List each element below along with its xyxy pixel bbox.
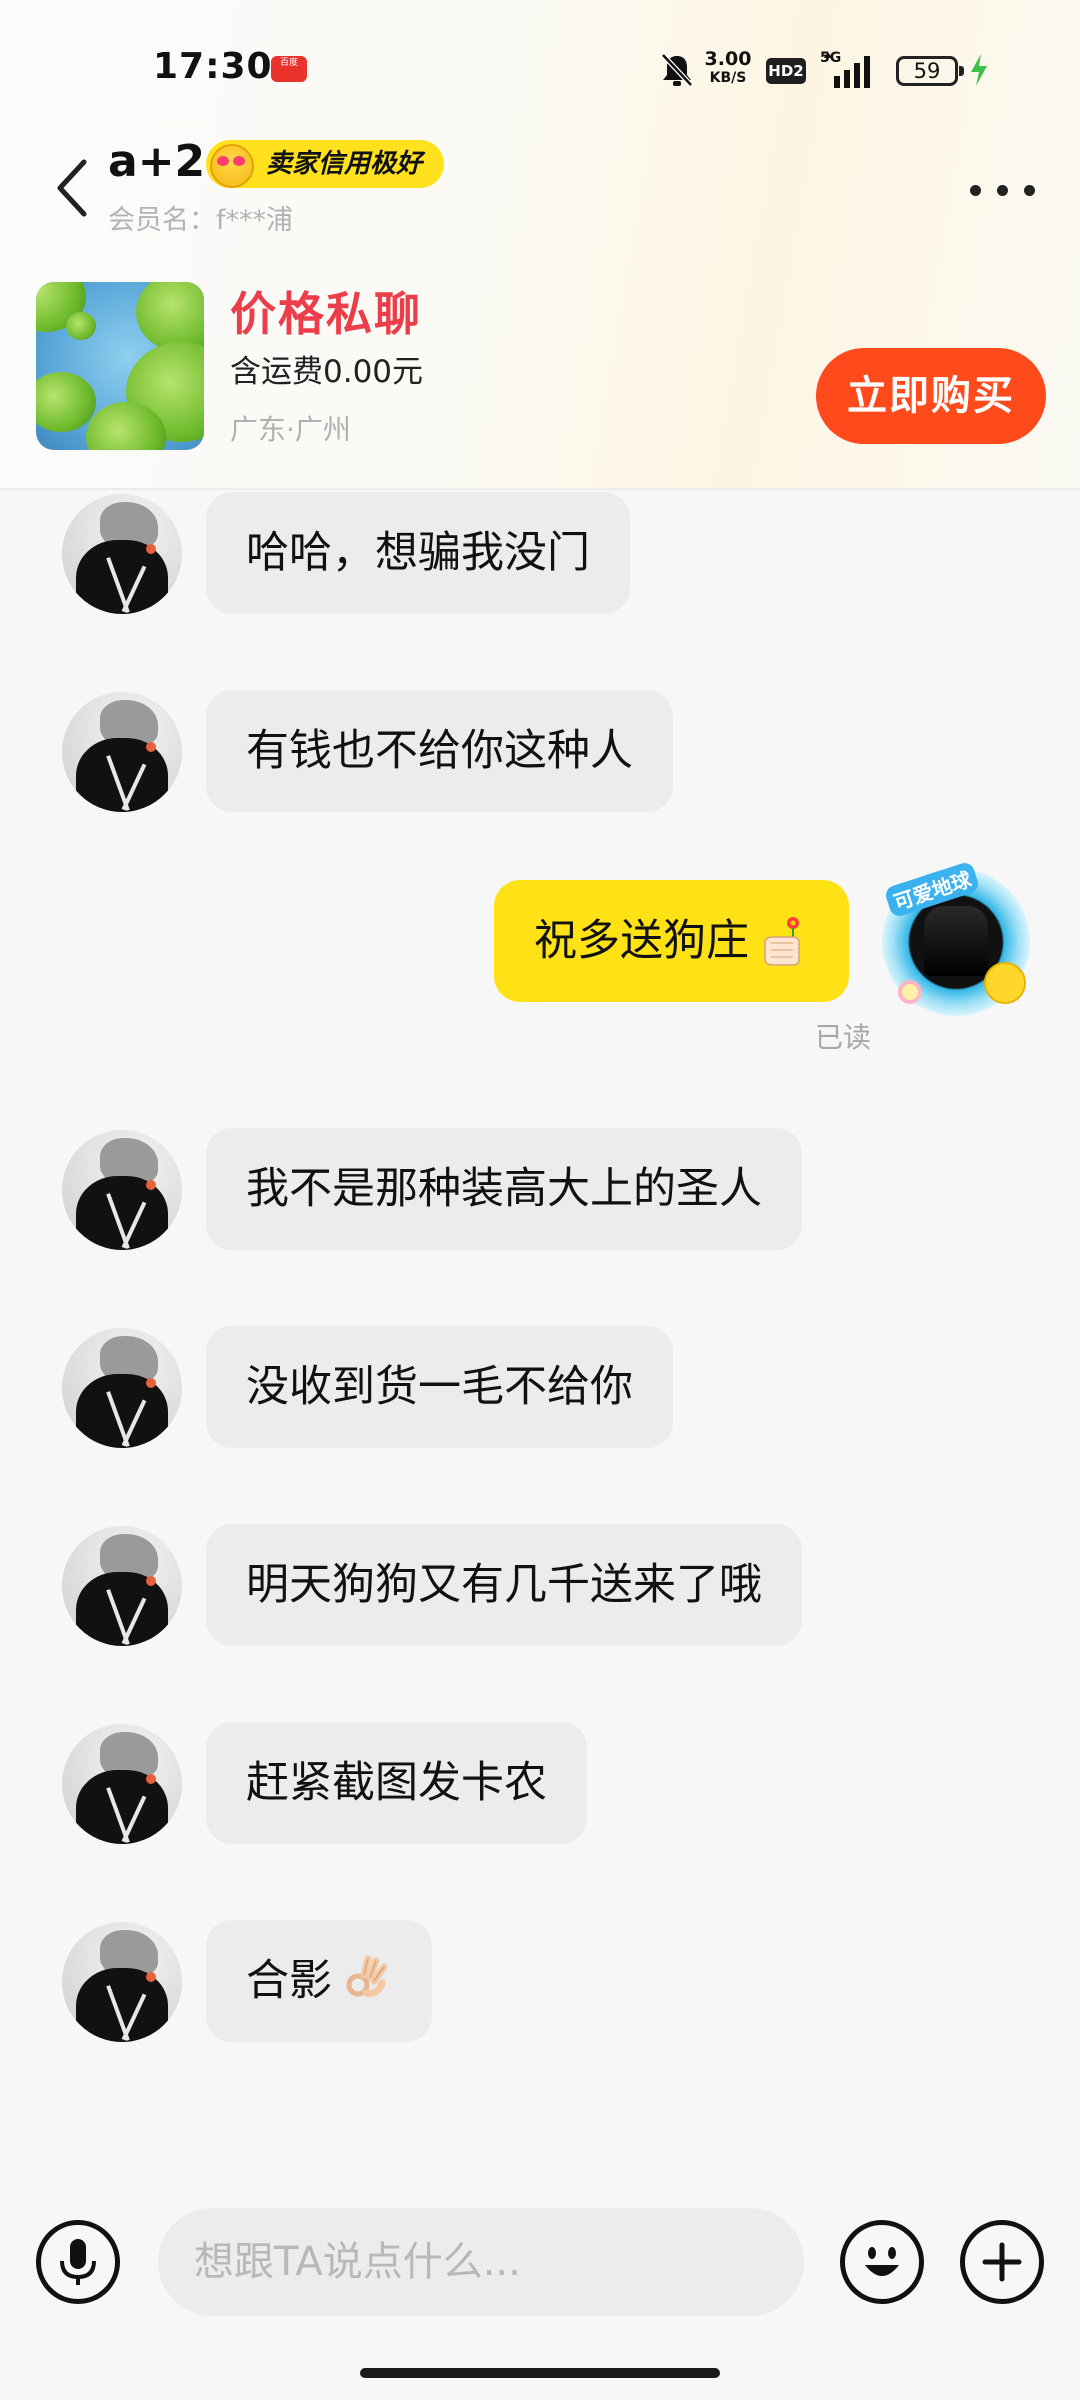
bell-off-icon (661, 53, 693, 87)
credit-badge-label: 卖家信用极好 (266, 149, 423, 179)
seller-avatar[interactable] (62, 1130, 182, 1250)
message-row: 哈哈，想骗我没门 (0, 490, 1080, 630)
seller-avatar[interactable] (62, 692, 182, 812)
message-text: 合影 (246, 1956, 332, 2006)
chat-header: a+2 卖家信用极好 会员名：f***浦 (0, 130, 1080, 250)
shipping-label: 含运费0.00元 (230, 354, 424, 390)
price-label: 价格私聊 (230, 287, 422, 341)
message-bubble[interactable]: 明天狗狗又有几千送来了哦 (206, 1524, 802, 1646)
message-row: 赶紧截图发卡农 (0, 1720, 1080, 1860)
message-input[interactable]: 想跟TA说点什么... (158, 2208, 804, 2316)
message-bubble[interactable]: 赶紧截图发卡农 (206, 1722, 587, 1844)
location-label: 广东·广州 (230, 413, 351, 446)
thumbs-up-flower-icon (764, 916, 800, 966)
my-avatar[interactable]: 可爱地球 (882, 860, 1030, 1016)
buy-now-button[interactable]: 立即购买 (816, 348, 1046, 444)
home-indicator[interactable] (360, 2368, 720, 2378)
message-row-own: 祝多送狗庄 可爱地球 已读 (0, 860, 1080, 1070)
ok-hand-icon (346, 1955, 388, 1997)
signal-icon: 5G (820, 50, 882, 90)
product-thumbnail[interactable] (36, 282, 204, 450)
own-message-text: 祝多送狗庄 (534, 916, 749, 966)
message-row: 合影 (0, 1918, 1080, 2058)
battery-icon: 59 (896, 56, 964, 86)
read-status: 已读 (815, 1021, 872, 1054)
status-bar: 17:30 百度 3.00 KB/S HD2 5G 59 (0, 0, 1080, 140)
message-list[interactable]: 哈哈，想骗我没门 有钱也不给你这种人 祝多送狗庄 可爱地球 已读 我不是那种装高… (0, 490, 1080, 2190)
message-row: 明天狗狗又有几千送来了哦 (0, 1522, 1080, 1662)
message-bubble[interactable]: 有钱也不给你这种人 (206, 690, 673, 812)
charging-icon (971, 54, 987, 86)
seller-avatar[interactable] (62, 1724, 182, 1844)
status-time: 17:30 (153, 46, 273, 87)
net-speed-value: 3.00 (704, 48, 752, 70)
member-name-label: 会员名：f***浦 (108, 205, 294, 236)
net-speed: 3.00 KB/S (702, 50, 754, 88)
seller-avatar[interactable] (62, 1922, 182, 2042)
hd-badge: HD2 (766, 58, 806, 84)
emoji-icon[interactable] (840, 2220, 924, 2304)
message-bubble[interactable]: 合影 (206, 1920, 432, 2042)
seller-name[interactable]: a+2 (108, 136, 205, 187)
heart-eyes-icon (210, 144, 254, 188)
back-icon[interactable] (48, 150, 96, 226)
baidu-app-icon: 百度 (271, 56, 307, 82)
message-bubble[interactable]: 没收到货一毛不给你 (206, 1326, 673, 1448)
plus-icon[interactable] (960, 2220, 1044, 2304)
message-row: 没收到货一毛不给你 (0, 1324, 1080, 1464)
credit-badge[interactable]: 卖家信用极好 (206, 140, 445, 188)
seller-avatar[interactable] (62, 1526, 182, 1646)
message-row: 我不是那种装高大上的圣人 (0, 1126, 1080, 1266)
seller-avatar[interactable] (62, 494, 182, 614)
message-bubble[interactable]: 哈哈，想骗我没门 (206, 492, 630, 614)
more-icon[interactable] (968, 170, 1038, 210)
voice-icon[interactable] (36, 2220, 120, 2304)
own-message-bubble[interactable]: 祝多送狗庄 (494, 880, 849, 1002)
message-row: 有钱也不给你这种人 (0, 688, 1080, 828)
message-bubble[interactable]: 我不是那种装高大上的圣人 (206, 1128, 802, 1250)
net-speed-unit: KB/S (709, 70, 747, 86)
seller-avatar[interactable] (62, 1328, 182, 1448)
